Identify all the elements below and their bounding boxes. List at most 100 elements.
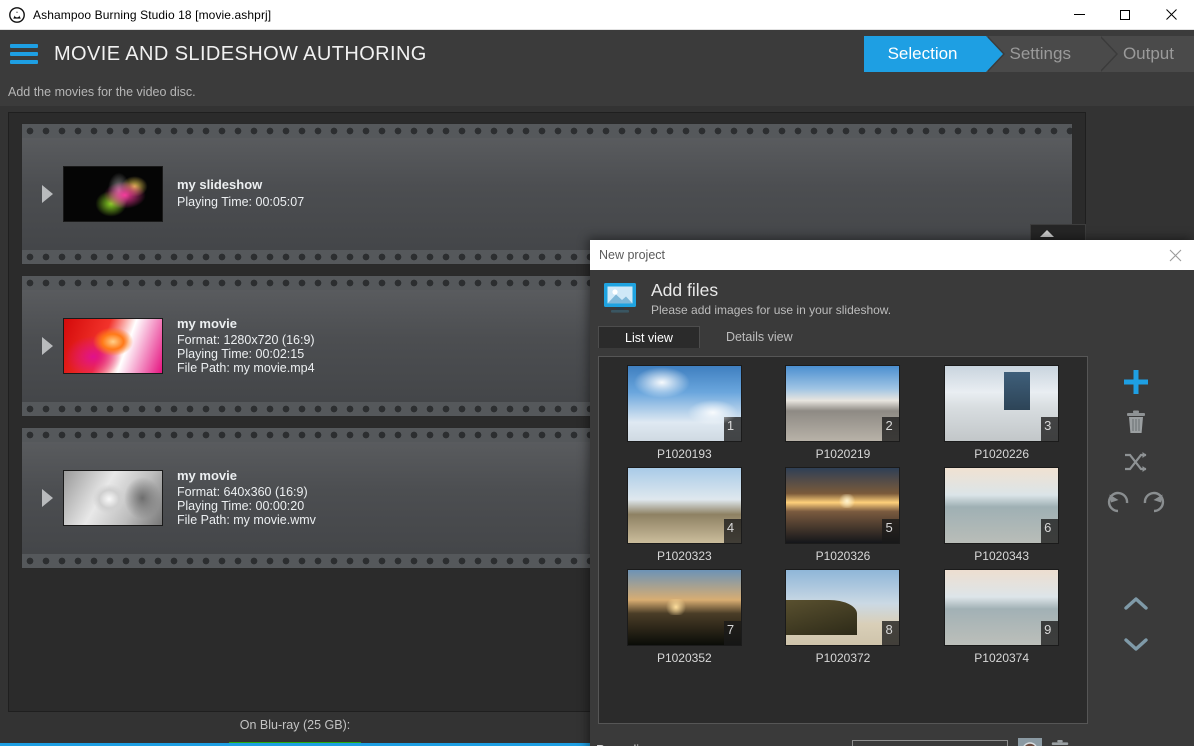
window-titlebar: Ashampoo Burning Studio 18 [movie.ashprj… <box>0 0 1194 30</box>
file-thumbnail: 4 <box>627 467 742 544</box>
dialog-form: Recording Image subtitle: <box>596 736 1186 746</box>
delete-trash-icon[interactable] <box>1050 739 1070 746</box>
movie-meta: my movie Format: 640x360 (16:9) Playing … <box>177 469 316 527</box>
file-index-badge: 9 <box>1041 621 1059 646</box>
tab-list-view[interactable]: List view <box>598 326 700 348</box>
list-item[interactable]: 3 P1020226 <box>922 365 1081 461</box>
list-item[interactable]: 5 P1020326 <box>764 467 923 563</box>
step-output-label: Output <box>1123 44 1174 64</box>
file-thumbnail: 6 <box>944 467 1059 544</box>
shuffle-icon <box>1123 451 1149 473</box>
page-title: MOVIE AND SLIDESHOW AUTHORING <box>54 43 427 66</box>
tab-details-view[interactable]: Details view <box>700 326 819 348</box>
list-item[interactable]: 1 P1020193 <box>605 365 764 461</box>
rotate-right-icon <box>1140 490 1166 514</box>
step-selection[interactable]: Selection <box>864 36 986 72</box>
file-thumbnail: 7 <box>627 569 742 646</box>
move-down-chevron-icon <box>1123 636 1149 652</box>
file-name: P1020193 <box>657 447 712 461</box>
file-index-badge: 3 <box>1041 417 1059 442</box>
step-indicator: Selection Settings Output <box>864 36 1194 72</box>
dialog-titlebar: New project <box>590 240 1194 270</box>
disc-capacity-label: On Blu-ray (25 GB): <box>0 718 590 732</box>
file-index-badge: 5 <box>882 519 900 544</box>
add-plus-icon <box>1122 368 1150 396</box>
add-files-button[interactable] <box>1104 362 1168 402</box>
file-index-badge: 6 <box>1041 519 1059 544</box>
file-thumbnail: 1 <box>627 365 742 442</box>
file-thumbnail: 9 <box>944 569 1059 646</box>
file-thumbnail: 8 <box>785 569 900 646</box>
window-title: Ashampoo Burning Studio 18 [movie.ashprj… <box>33 8 271 22</box>
file-name: P1020352 <box>657 651 712 665</box>
file-name: P1020219 <box>816 447 871 461</box>
move-up-button[interactable] <box>1104 584 1168 624</box>
maximize-icon <box>1120 10 1130 20</box>
file-thumbnail: 3 <box>944 365 1059 442</box>
movie-name: my movie <box>177 469 316 483</box>
app-header: MOVIE AND SLIDESHOW AUTHORING Selection … <box>0 30 1194 78</box>
delete-trash-icon <box>1125 410 1147 434</box>
movie-thumbnail <box>63 470 163 526</box>
recording-actions <box>1018 738 1070 746</box>
move-up-chevron-icon <box>1123 596 1149 612</box>
minimize-button[interactable] <box>1056 0 1102 29</box>
move-down-button[interactable] <box>1104 624 1168 664</box>
movie-detail-line: File Path: my movie.mp4 <box>177 362 315 376</box>
main-body: my slideshow Playing Time: 00:05:07 my m… <box>0 106 1194 746</box>
film-sprockets-top <box>22 124 1072 138</box>
list-item[interactable]: 7 P1020352 <box>605 569 764 665</box>
movie-meta: my slideshow Playing Time: 00:05:07 <box>177 178 304 209</box>
file-name: P1020372 <box>816 651 871 665</box>
file-index-badge: 1 <box>724 417 742 442</box>
close-button[interactable] <box>1148 0 1194 29</box>
movie-detail-line: File Path: my movie.wmv <box>177 514 316 528</box>
dialog-close-button[interactable] <box>1164 245 1186 265</box>
file-name: P1020374 <box>974 651 1029 665</box>
play-triangle-icon[interactable] <box>42 489 53 507</box>
movie-detail-line: Format: 640x360 (16:9) <box>177 486 316 500</box>
record-button-icon[interactable] <box>1018 738 1042 746</box>
file-index-badge: 8 <box>882 621 900 646</box>
step-selection-label: Selection <box>888 44 958 64</box>
recording-input[interactable] <box>852 740 1008 746</box>
file-grid-panel[interactable]: 1 P1020193 2 P1020219 3 P1020226 4 <box>598 356 1088 724</box>
dialog-header: Add files Please add images for use in y… <box>590 270 1194 326</box>
movie-detail-line: Format: 1280x720 (16:9) <box>177 334 315 348</box>
file-name: P1020226 <box>974 447 1029 461</box>
movie-thumbnail <box>63 166 163 222</box>
file-index-badge: 4 <box>724 519 742 544</box>
file-tools <box>1104 362 1168 664</box>
shuffle-button[interactable] <box>1104 442 1168 482</box>
file-thumbnail: 5 <box>785 467 900 544</box>
movie-detail-line: Playing Time: 00:00:20 <box>177 500 316 514</box>
file-index-badge: 7 <box>724 621 742 646</box>
close-icon <box>1166 9 1177 20</box>
list-item[interactable]: 6 P1020343 <box>922 467 1081 563</box>
movie-name: my slideshow <box>177 178 304 192</box>
delete-file-button[interactable] <box>1104 402 1168 442</box>
hamburger-menu-icon[interactable] <box>10 44 38 64</box>
maximize-button[interactable] <box>1102 0 1148 29</box>
list-item[interactable]: 9 P1020374 <box>922 569 1081 665</box>
disc-capacity-info: On Blu-ray (25 GB): Excellent <box>0 718 590 746</box>
file-thumbnail: 2 <box>785 365 900 442</box>
list-item[interactable]: 2 P1020219 <box>764 365 923 461</box>
dialog-title: New project <box>599 248 665 262</box>
background-caret-icon <box>1040 230 1054 237</box>
list-item[interactable]: 4 P1020323 <box>605 467 764 563</box>
movie-detail-line: Playing Time: 00:02:15 <box>177 348 315 362</box>
image-file-icon <box>603 282 637 314</box>
rotate-right-button[interactable] <box>1140 482 1166 522</box>
file-grid: 1 P1020193 2 P1020219 3 P1020226 4 <box>599 357 1087 671</box>
list-item[interactable]: 8 P1020372 <box>764 569 923 665</box>
movie-meta: my movie Format: 1280x720 (16:9) Playing… <box>177 317 315 375</box>
rotate-left-button[interactable] <box>1106 482 1132 522</box>
rotate-left-icon <box>1106 490 1132 514</box>
play-triangle-icon[interactable] <box>42 185 53 203</box>
movie-detail-line: Playing Time: 00:05:07 <box>177 196 304 210</box>
page-subtitle: Add the movies for the video disc. <box>0 78 1194 106</box>
play-triangle-icon[interactable] <box>42 337 53 355</box>
ashampoo-logo-icon <box>9 7 25 23</box>
window-controls <box>1056 0 1194 29</box>
